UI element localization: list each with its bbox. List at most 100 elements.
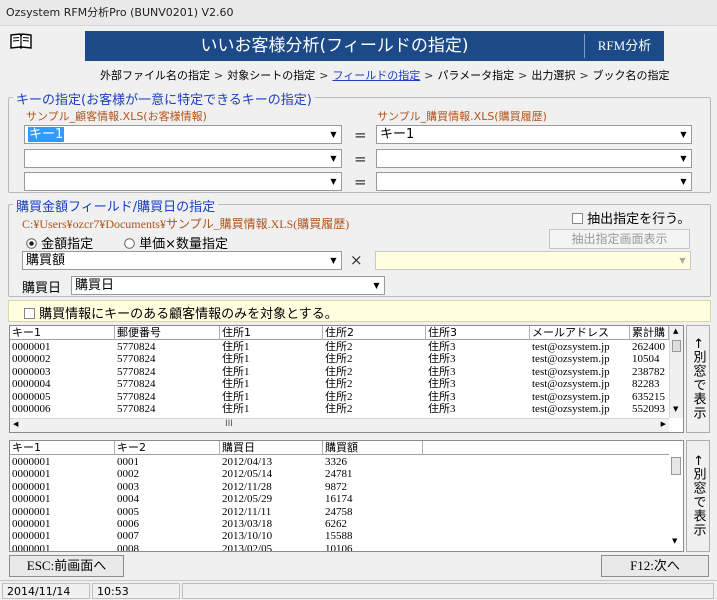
radio-unit-price-dot[interactable]	[124, 238, 135, 249]
table-row[interactable]: 0000001 5770824 住所1 住所2 住所3 test@ozsystem.jp 2…	[10, 341, 683, 353]
back-button[interactable]: ESC:前画面へ	[9, 555, 124, 577]
unit-field-select[interactable]: ▼	[375, 251, 691, 270]
table-row[interactable]: 0000001 0005 2012/11/11 24758	[10, 506, 683, 518]
column-header[interactable]: 累計購	[630, 326, 669, 340]
scroll-thumb[interactable]	[671, 457, 681, 475]
column-header[interactable]: 郵便番号	[115, 326, 220, 340]
open-purchase-window-button[interactable]: ←別窓で表示	[686, 440, 710, 552]
table-cell: 2012/05/14	[222, 468, 273, 481]
table-row[interactable]: 0000001 0002 2012/05/14 24781	[10, 468, 683, 480]
table-cell: 0000001	[12, 468, 51, 481]
table-cell: 24758	[325, 505, 353, 518]
column-header[interactable]: 住所2	[323, 326, 426, 340]
radio-unit-price[interactable]: 単価×数量指定	[124, 233, 228, 252]
table-cell: 2012/04/13	[222, 456, 273, 468]
table-row[interactable]: 0000004 5770824 住所1 住所2 住所3 test@ozsystem.jp 8…	[10, 378, 683, 390]
breadcrumb-step[interactable]: フィールドの指定	[332, 67, 420, 83]
scroll-thumb[interactable]	[672, 340, 681, 352]
breadcrumb-separator: >	[214, 69, 224, 82]
chevron-down-icon[interactable]: ▼	[676, 173, 691, 190]
table-row[interactable]: 0000002 5770824 住所1 住所2 住所3 test@ozsystem.jp 1…	[10, 353, 683, 365]
table-row[interactable]: 0000001 0007 2013/10/10 15588	[10, 530, 683, 542]
table-cell: 16174	[325, 493, 353, 506]
filter-checkbox-box[interactable]	[24, 308, 35, 319]
chevron-down-icon[interactable]: ▼	[326, 173, 341, 190]
chevron-down-icon[interactable]: ▼	[326, 150, 341, 167]
purchase-key-select[interactable]: ▼	[376, 172, 692, 191]
chevron-down-icon[interactable]: ▼	[326, 252, 341, 269]
customer-key-select[interactable]: ▼	[24, 149, 342, 168]
radio-amount-dot[interactable]	[26, 238, 37, 249]
table-row[interactable]: 0000003 5770824 住所1 住所2 住所3 test@ozsystem.jp 2…	[10, 366, 683, 378]
header-banner: いいお客様分析(フィールドの指定) RFM分析	[85, 31, 664, 61]
chevron-down-icon[interactable]: ▼	[676, 150, 691, 167]
filter-checkbox[interactable]: 購買情報にキーのある顧客情報のみを対象とする。	[24, 303, 338, 322]
customer-data-grid[interactable]: キー1 郵便番号 住所1 住所2 住所3 メールアドレス 累計購 0000001 577082…	[9, 325, 684, 433]
table-cell: 0000001	[12, 493, 51, 506]
table-cell: 0000005	[12, 390, 51, 403]
next-button[interactable]: F12:次へ	[601, 555, 709, 577]
purchase-grid-vscroll[interactable]: ▼	[669, 441, 683, 551]
amount-field-select[interactable]: 購買額 ▼	[22, 251, 342, 270]
customer-grid-vscroll[interactable]: ▲ ▼	[669, 326, 683, 418]
table-cell: 0001	[117, 456, 139, 468]
column-header[interactable]: 購買額	[323, 441, 423, 455]
table-cell: 0000001	[12, 505, 51, 518]
scroll-down-icon[interactable]: ▼	[672, 537, 677, 545]
table-cell: 6262	[325, 518, 347, 530]
table-cell: test@ozsystem.jp	[532, 365, 610, 378]
column-header[interactable]: キー1	[10, 441, 115, 455]
table-cell: 住所3	[428, 341, 456, 353]
customer-key-select[interactable]: キー1 ▼	[24, 125, 342, 144]
status-date: 2014/11/14	[2, 583, 90, 599]
table-row[interactable]: 0000001 0008 2013/02/05 10106	[10, 543, 683, 551]
radio-amount[interactable]: 金額指定	[26, 233, 93, 252]
table-row[interactable]: 0000006 5770824 住所1 住所2 住所3 test@ozsystem.jp 5…	[10, 403, 683, 415]
column-header[interactable]: 住所3	[426, 326, 530, 340]
breadcrumb-step[interactable]: 対象シートの指定	[227, 67, 315, 83]
breadcrumb-step[interactable]: 出力選択	[531, 67, 575, 83]
open-customer-window-button[interactable]: ←別窓で表示	[686, 325, 710, 433]
table-cell: 住所2	[325, 403, 353, 415]
customer-grid-hscroll[interactable]: ◀ III ▶	[10, 418, 669, 432]
table-row[interactable]: 0000001 0001 2012/04/13 3326	[10, 456, 683, 468]
scroll-up-icon[interactable]: ▲	[673, 327, 678, 335]
table-row[interactable]: 0000005 5770824 住所1 住所2 住所3 test@ozsystem.jp 6…	[10, 391, 683, 403]
chevron-down-icon[interactable]: ▼	[676, 126, 691, 143]
table-cell: 552093	[632, 403, 665, 415]
scroll-thumb-grip[interactable]: III	[225, 419, 233, 429]
table-cell: 住所2	[325, 341, 353, 353]
scroll-left-icon[interactable]: ◀	[13, 420, 18, 428]
extract-checkbox-box[interactable]	[572, 213, 583, 224]
customer-key-select[interactable]: ▼	[24, 172, 342, 191]
purchase-data-grid[interactable]: キー1 キー2 購買日 購買額 0000001 0001 2012/04/13 3326 00…	[9, 440, 684, 552]
table-row[interactable]: 0000001 0006 2013/03/18 6262	[10, 518, 683, 530]
scroll-right-icon[interactable]: ▶	[661, 420, 666, 428]
purchase-date-select[interactable]: 購買日 ▼	[71, 276, 385, 295]
column-header[interactable]: キー2	[115, 441, 220, 455]
scroll-down-icon[interactable]: ▼	[673, 405, 678, 413]
chevron-down-icon[interactable]: ▼	[675, 252, 690, 269]
table-cell: 住所1	[222, 390, 250, 403]
chevron-down-icon[interactable]: ▼	[326, 126, 341, 143]
column-header[interactable]: キー1	[10, 326, 115, 340]
breadcrumb-step[interactable]: ブック名の指定	[593, 67, 670, 83]
extract-checkbox[interactable]: 抽出指定を行う。	[572, 208, 690, 227]
column-header[interactable]: 購買日	[220, 441, 323, 455]
breadcrumb-step[interactable]: 外部ファイル名の指定	[100, 67, 210, 83]
table-cell: 住所3	[428, 365, 456, 378]
column-header[interactable]: 住所1	[220, 326, 323, 340]
chevron-down-icon[interactable]: ▼	[369, 277, 384, 294]
table-cell: 0003	[117, 480, 139, 493]
extract-checkbox-label: 抽出指定を行う。	[587, 212, 691, 227]
purchase-date-value: 購買日	[75, 278, 115, 293]
breadcrumb-step[interactable]: パラメータ指定	[437, 67, 514, 83]
table-row[interactable]: 0000001 0004 2012/05/29 16174	[10, 493, 683, 505]
purchase-key-select[interactable]: キー1 ▼	[376, 125, 692, 144]
table-cell: 82283	[632, 378, 660, 391]
table-row[interactable]: 0000001 0003 2012/11/28 9872	[10, 481, 683, 493]
column-header[interactable]: メールアドレス	[530, 326, 630, 340]
purchase-key-value: キー1	[380, 127, 415, 142]
extract-settings-button[interactable]: 抽出指定画面表示	[549, 229, 690, 249]
purchase-key-select[interactable]: ▼	[376, 149, 692, 168]
